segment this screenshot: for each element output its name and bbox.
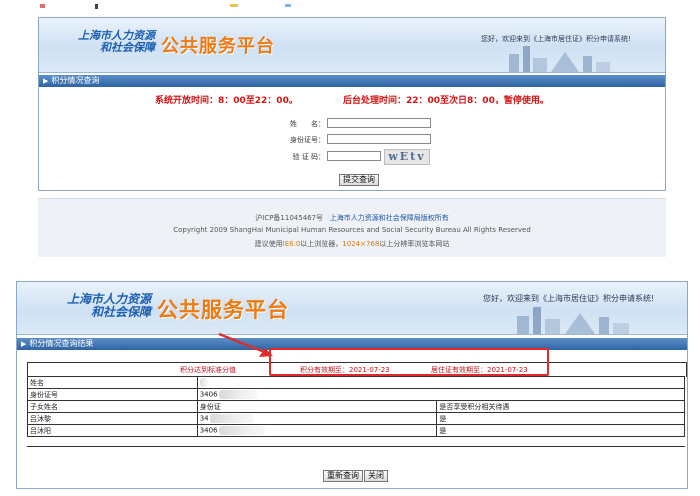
redacted-name: [199, 378, 208, 387]
result-org-name-line2: 和社会保障: [90, 304, 151, 319]
result-org-name-line1: 上海市人力资源: [66, 292, 151, 306]
redacted-child-id: [218, 426, 265, 435]
name-label: 姓 名：: [290, 120, 325, 128]
name-value-cell: [196, 376, 686, 389]
standard-status: 积分达到标准分值: [180, 366, 236, 374]
table-divider: [27, 446, 685, 447]
child-benefit-cell: 是: [436, 424, 685, 437]
captcha-input[interactable]: [327, 151, 381, 161]
id-number-input[interactable]: [327, 134, 431, 144]
section-bar: ▶ 积分情况查询: [39, 75, 665, 87]
org-name: 上海市人力资源 和社会保障: [59, 30, 155, 53]
result-panel: 上海市人力资源 和社会保障 公共服务平台 您好，欢迎来到《上海市居住证》积分申请…: [16, 281, 688, 489]
child-id-cell: 3406: [196, 424, 438, 437]
child-name-header: 子女姓名: [27, 400, 198, 413]
section-title: 积分情况查询: [51, 76, 100, 85]
requery-button[interactable]: 重新查询: [323, 470, 363, 482]
captcha-label: 验 证 码：: [292, 153, 325, 161]
building-skyline-icon: [509, 46, 610, 72]
query-panel: 上海市人力资源 和社会保障 公共服务平台 您好，欢迎来到《上海市居住证》积分申请…: [38, 17, 666, 191]
icp-number[interactable]: 沪ICP备11045467号: [255, 214, 323, 222]
id-number-value: 3406: [199, 390, 218, 399]
id-number-label: 身份证号：: [290, 136, 325, 144]
captcha-image[interactable]: wEtv: [384, 149, 430, 165]
id-value-cell: 3406: [196, 388, 686, 401]
close-button[interactable]: 关闭: [364, 470, 388, 482]
browser-advice: 建议使用IE6.0以上浏览器，1024×768以上分辨率浏览本网站: [38, 239, 666, 249]
result-caret-right-icon: ▶: [21, 340, 27, 348]
copyright-text: Copyright 2009 ShangHai Municipal Human …: [173, 226, 531, 234]
footer-line1: 沪ICP备11045467号 上海市人力资源和社会保障局版权所有: [38, 213, 666, 223]
child-id-value: 3406: [199, 426, 218, 435]
redacted-child-id: [209, 414, 254, 423]
copyright-owner: 上海市人力资源和社会保障局版权所有: [329, 214, 449, 222]
child-id-header: 身份证: [196, 400, 438, 413]
result-site-header: 上海市人力资源 和社会保障 公共服务平台 您好，欢迎来到《上海市居住证》积分申请…: [17, 282, 687, 335]
child-name-cell: 吕沐阳: [27, 424, 198, 437]
child-name-cell: 吕沐黎: [27, 412, 198, 425]
redacted-id: [218, 390, 257, 399]
result-building-skyline-icon: [517, 307, 629, 334]
platform-title: 公共服务平台: [161, 36, 275, 57]
top-decoration: [40, 4, 340, 10]
table-row: 身份证号 3406: [27, 388, 686, 401]
submit-query-button[interactable]: 提交查询: [339, 174, 379, 186]
name-label-cell: 姓名: [27, 376, 198, 389]
name-input[interactable]: [327, 118, 431, 128]
backend-hours-notice: 后台处理时间：22：00至次日8：00，暂停使用。: [343, 96, 549, 106]
table-row: 吕沐阳 3406 是: [27, 424, 685, 437]
caret-right-icon: ▶: [43, 77, 49, 85]
open-hours-notice: 系统开放时间：8：00至22：00。: [155, 96, 298, 106]
child-benefit-cell: 是: [436, 412, 685, 425]
resolution-value: 1024×768: [342, 240, 380, 248]
benefit-header: 是否享受积分相关待遇: [436, 400, 685, 413]
browser-advice-mid: 以上浏览器，: [300, 240, 343, 248]
child-id-value: 34: [199, 414, 209, 423]
browser-advice-suffix: 以上分辨率浏览本网站: [379, 240, 450, 248]
child-id-cell: 34: [196, 412, 438, 425]
result-table: 姓名 身份证号 3406 子女姓名 身份证 是否享受积分相关待遇 吕沐黎 34 …: [27, 376, 686, 437]
result-platform-title: 公共服务平台: [157, 297, 289, 322]
org-name-line1: 上海市人力资源: [78, 29, 155, 42]
arrow-annotation-icon: [218, 332, 273, 357]
table-row: 吕沐黎 34 是: [27, 412, 685, 425]
highlight-box: [269, 348, 549, 376]
table-row: 姓名: [27, 376, 686, 389]
table-header-row: 子女姓名 身份证 是否享受积分相关待遇: [27, 400, 685, 413]
result-welcome-text: 您好，欢迎来到《上海市居住证》积分申请系统!: [483, 294, 655, 303]
site-footer: 沪ICP备11045467号 上海市人力资源和社会保障局版权所有 Copyrig…: [38, 198, 666, 257]
result-section-title: 积分情况查询结果: [29, 339, 94, 348]
result-org-name: 上海市人力资源 和社会保障: [47, 293, 151, 318]
browser-advice-prefix: 建议使用: [254, 240, 283, 248]
browser-version: IE6.0: [282, 240, 301, 248]
id-label-cell: 身份证号: [27, 388, 198, 401]
site-header: 上海市人力资源 和社会保障 公共服务平台 您好，欢迎来到《上海市居住证》积分申请…: [39, 18, 665, 73]
org-name-line2: 和社会保障: [100, 40, 155, 54]
